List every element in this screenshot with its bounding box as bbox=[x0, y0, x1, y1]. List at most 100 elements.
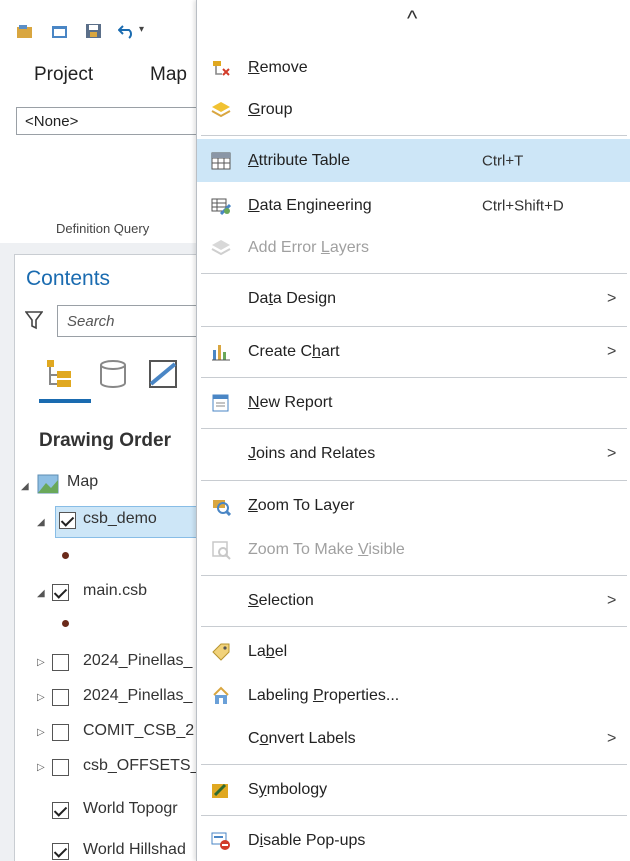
menu-item-label: Data Engineering bbox=[248, 196, 372, 214]
menu-item-shortcut: Ctrl+T bbox=[482, 152, 524, 169]
new-project-icon[interactable] bbox=[16, 22, 34, 40]
submenu-arrow-icon: > bbox=[607, 592, 617, 609]
menu-separator bbox=[201, 480, 627, 481]
menu-separator bbox=[201, 815, 627, 816]
menu-item-add-error-layers: Add Error Layers bbox=[197, 228, 630, 268]
submenu-arrow-icon: > bbox=[607, 730, 617, 747]
menu-item-label: Zoom To Layer bbox=[248, 497, 355, 514]
submenu-arrow-icon: > bbox=[607, 445, 617, 462]
menu-item-label: Joins and Relates bbox=[248, 445, 376, 462]
menu-item-remove[interactable]: Remove bbox=[197, 48, 630, 88]
open-project-icon[interactable] bbox=[51, 22, 69, 40]
menu-item-symbology[interactable]: Symbology bbox=[197, 769, 630, 811]
tree-item-world-topographic[interactable]: World Topogr bbox=[83, 800, 178, 818]
menu-separator bbox=[201, 135, 627, 136]
expand-layer-toggle[interactable]: ▷ bbox=[37, 657, 45, 668]
tree-item-pinellas-2[interactable]: 2024_Pinellas_ bbox=[83, 687, 192, 705]
menu-item-label: Data Design bbox=[248, 290, 337, 307]
menu-item-label: Add Error Layers bbox=[248, 239, 369, 256]
list-by-drawing-order-icon[interactable] bbox=[43, 358, 75, 390]
menu-item-group[interactable]: Group bbox=[197, 90, 630, 130]
checkbox-world-hillshade[interactable] bbox=[52, 843, 69, 860]
menu-item-label: New Report bbox=[248, 394, 333, 411]
menu-item-data-engineering[interactable]: Data Engineering Ctrl+Shift+D bbox=[197, 184, 630, 227]
map-icon bbox=[37, 474, 59, 494]
layer-context-menu: ^ Remove Group Attribute Table Ctrl+T Da… bbox=[196, 0, 630, 861]
menu-item-labeling-properties[interactable]: Labeling Properties... bbox=[197, 675, 630, 717]
chart-icon bbox=[212, 345, 230, 361]
undo-dropdown-icon[interactable]: ▾ bbox=[139, 24, 144, 35]
menu-item-joins-and-relates[interactable]: Joins and Relates > bbox=[197, 433, 630, 475]
checkbox-csb-demo[interactable] bbox=[59, 512, 76, 529]
menu-item-label: Attribute Table bbox=[248, 151, 350, 169]
expand-map-toggle[interactable]: ◢ bbox=[21, 481, 29, 492]
tree-item-main-csb[interactable]: main.csb bbox=[83, 582, 147, 600]
tab-map[interactable]: Map bbox=[150, 64, 187, 86]
menu-item-selection[interactable]: Selection > bbox=[197, 580, 630, 622]
data-engineering-icon bbox=[211, 198, 231, 215]
checkbox-csb-offsets[interactable] bbox=[52, 759, 69, 776]
tree-item-pinellas-1[interactable]: 2024_Pinellas_ bbox=[83, 652, 192, 670]
menu-scroll-up-icon[interactable]: ^ bbox=[407, 6, 417, 32]
menu-item-label: Remove bbox=[248, 59, 308, 76]
checkbox-pinellas-2[interactable] bbox=[52, 689, 69, 706]
checkbox-world-topographic[interactable] bbox=[52, 802, 69, 819]
menu-item-label: Convert Labels bbox=[248, 730, 356, 747]
tree-item-csb-offsets[interactable]: csb_OFFSETS_ bbox=[83, 757, 199, 775]
checkbox-pinellas-1[interactable] bbox=[52, 654, 69, 671]
definition-query-select[interactable]: <None> bbox=[16, 107, 206, 135]
disable-popups-icon bbox=[211, 832, 230, 850]
zoom-layer-icon bbox=[213, 500, 231, 516]
menu-item-data-design[interactable]: Data Design > bbox=[197, 278, 630, 320]
contents-pane: Contents Search Drawing Order ◢ Map ◢ cs… bbox=[14, 254, 227, 861]
save-project-icon[interactable] bbox=[85, 22, 103, 40]
menu-item-label: Label bbox=[248, 643, 288, 660]
expand-layer-toggle[interactable]: ▷ bbox=[37, 762, 45, 773]
menu-item-label[interactable]: Label bbox=[197, 631, 630, 673]
menu-separator bbox=[201, 626, 627, 627]
contents-title: Contents bbox=[26, 267, 111, 290]
menu-item-label: Symbology bbox=[248, 781, 328, 798]
menu-item-attribute-table[interactable]: Attribute Table Ctrl+T bbox=[197, 139, 630, 182]
tree-item-csb-demo[interactable]: csb_demo bbox=[83, 510, 157, 528]
label-icon bbox=[212, 643, 230, 661]
menu-item-zoom-to-layer[interactable]: Zoom To Layer bbox=[197, 485, 630, 527]
menu-separator bbox=[201, 377, 627, 378]
tree-item-comit-csb[interactable]: COMIT_CSB_2 bbox=[83, 722, 194, 740]
drawing-order-heading: Drawing Order bbox=[39, 430, 171, 451]
active-view-indicator bbox=[39, 399, 91, 403]
menu-item-new-report[interactable]: New Report bbox=[197, 382, 630, 424]
undo-icon[interactable] bbox=[118, 22, 136, 40]
menu-separator bbox=[201, 575, 627, 576]
menu-item-label: Zoom To Make Visible bbox=[248, 541, 405, 558]
expand-main-csb-toggle[interactable]: ◢ bbox=[37, 588, 45, 599]
symbology-icon bbox=[212, 783, 228, 798]
tree-item-map[interactable]: Map bbox=[67, 473, 98, 491]
checkbox-comit-csb[interactable] bbox=[52, 724, 69, 741]
list-by-selection-icon[interactable] bbox=[147, 358, 179, 390]
menu-item-convert-labels[interactable]: Convert Labels > bbox=[197, 718, 630, 760]
group-layers-icon bbox=[211, 102, 231, 118]
definition-query-label: Definition Query bbox=[56, 221, 150, 236]
menu-item-label: Labeling Properties... bbox=[248, 687, 400, 704]
menu-item-create-chart[interactable]: Create Chart > bbox=[197, 331, 630, 373]
labeling-properties-icon bbox=[213, 686, 229, 704]
expand-csb-demo-toggle[interactable]: ◢ bbox=[37, 517, 45, 528]
list-by-source-icon[interactable] bbox=[97, 358, 129, 390]
expand-layer-toggle[interactable]: ▷ bbox=[37, 692, 45, 703]
filter-icon[interactable] bbox=[25, 310, 43, 330]
remove-layer-icon bbox=[213, 61, 230, 76]
error-layers-icon bbox=[211, 240, 231, 256]
menu-item-label: Disable Pop-ups bbox=[248, 831, 366, 849]
report-icon bbox=[212, 394, 229, 412]
submenu-arrow-icon: > bbox=[607, 343, 617, 360]
menu-item-label: Group bbox=[248, 101, 293, 118]
checkbox-main-csb[interactable] bbox=[52, 584, 69, 601]
menu-item-label: Selection bbox=[248, 592, 314, 609]
tree-item-world-hillshade[interactable]: World Hillshad bbox=[83, 841, 186, 859]
expand-layer-toggle[interactable]: ▷ bbox=[37, 727, 45, 738]
menu-separator bbox=[201, 428, 627, 429]
tab-project[interactable]: Project bbox=[34, 64, 93, 86]
menu-item-disable-popups[interactable]: Disable Pop-ups bbox=[197, 820, 630, 861]
menu-item-zoom-to-make-visible: Zoom To Make Visible bbox=[197, 529, 630, 571]
